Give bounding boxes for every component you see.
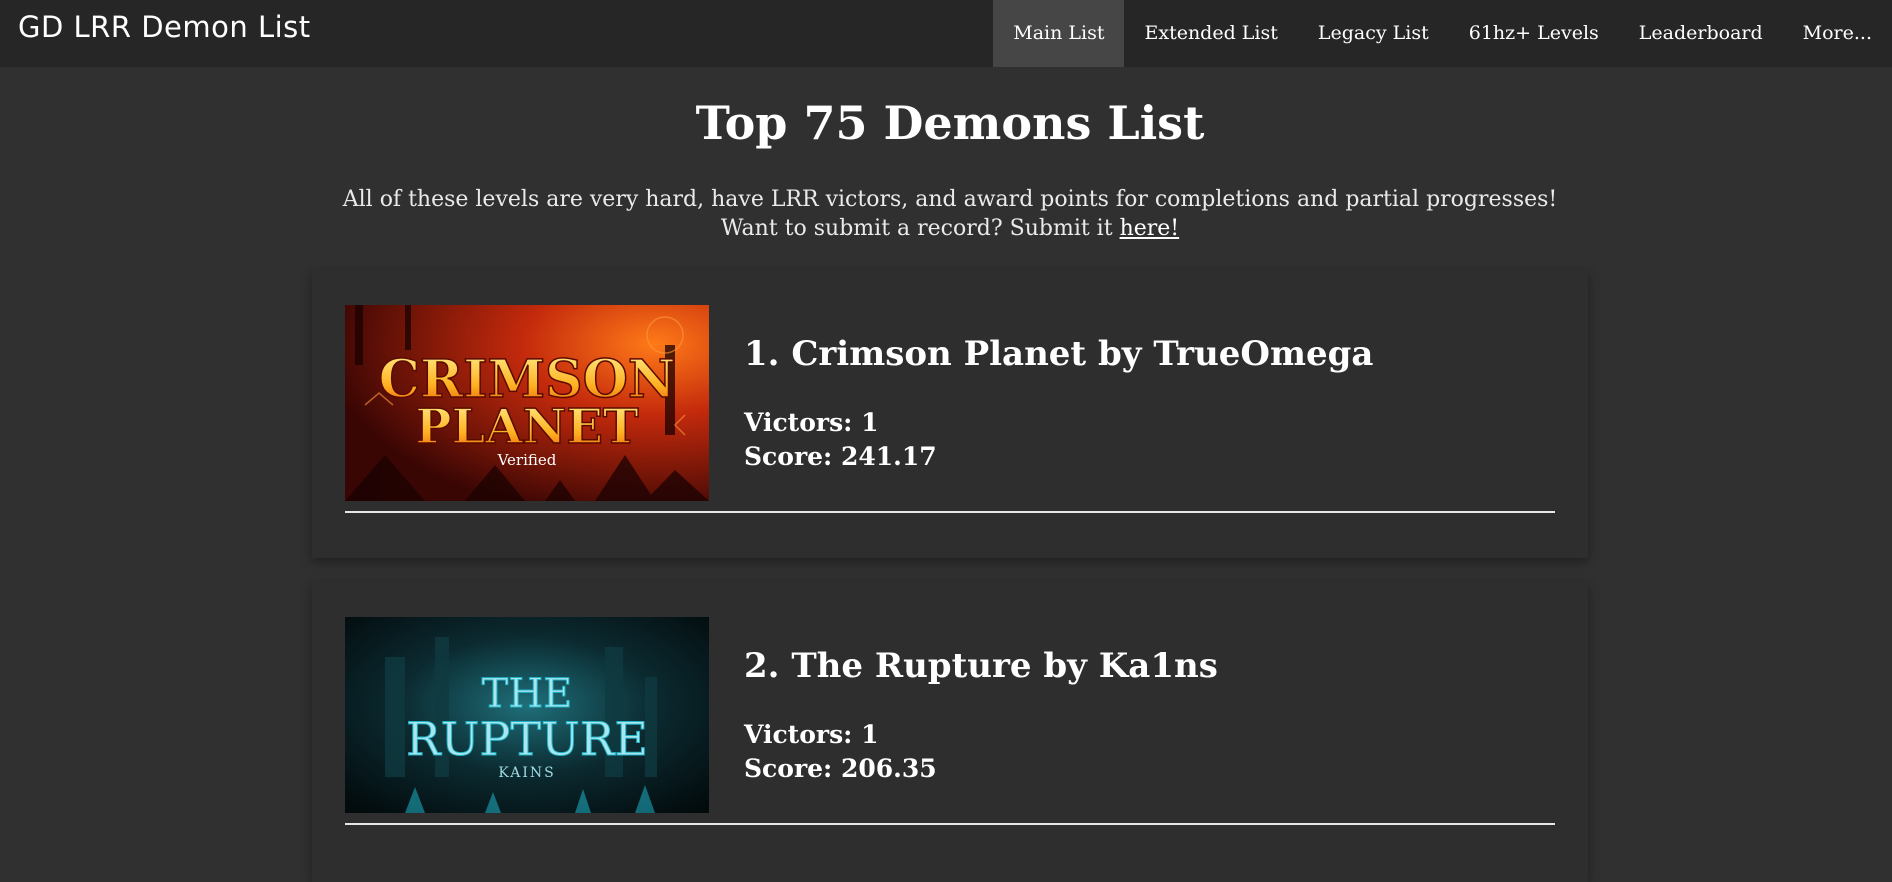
victors-label: Victors: (744, 720, 853, 749)
submit-record-link[interactable]: here! (1120, 216, 1180, 241)
top-navbar: GD LRR Demon List Main List Extended Lis… (0, 0, 1892, 67)
thumb-caption: KAINS (498, 765, 555, 781)
nav-leaderboard[interactable]: Leaderboard (1619, 0, 1783, 67)
level-card: CRIMSON PLANET Verified 1. Crimson Plane… (312, 270, 1588, 558)
page-title: Top 75 Demons List (695, 96, 1205, 150)
score-label: Score: (744, 442, 833, 471)
intro-line-2-prefix: Want to submit a record? Submit it (720, 216, 1120, 241)
score-row: Score: 206.35 (744, 752, 937, 786)
level-thumbnail[interactable]: THE RUPTURE KAINS (345, 617, 709, 813)
victors-row: Victors: 1 (744, 718, 937, 752)
crimson-planet-thumbnail-art: CRIMSON PLANET Verified (345, 305, 709, 501)
victors-row: Victors: 1 (744, 406, 937, 440)
nav-61hz-levels[interactable]: 61hz+ Levels (1449, 0, 1619, 67)
thumb-line-2: PLANET (415, 399, 639, 455)
level-title[interactable]: 1. Crimson Planet by TrueOmega (744, 334, 1373, 374)
card-divider (345, 511, 1555, 513)
nav-more[interactable]: More... (1783, 0, 1892, 67)
thumb-line-1: THE (482, 671, 573, 717)
level-thumbnail[interactable]: CRIMSON PLANET Verified (345, 305, 709, 501)
site-brand[interactable]: GD LRR Demon List (18, 10, 311, 44)
level-card: THE RUPTURE KAINS 2. The Rupture by Ka1n… (312, 582, 1588, 882)
nav-legacy-list[interactable]: Legacy List (1298, 0, 1449, 67)
level-stats: Victors: 1 Score: 241.17 (744, 406, 937, 474)
victors-label: Victors: (744, 408, 853, 437)
thumb-line-2: RUPTURE (406, 712, 648, 766)
nav-extended-list[interactable]: Extended List (1124, 0, 1297, 67)
nav-links: Main List Extended List Legacy List 61hz… (993, 0, 1892, 67)
thumb-caption: Verified (497, 451, 557, 469)
score-value: 241.17 (840, 442, 937, 471)
score-value: 206.35 (840, 754, 937, 783)
level-stats: Victors: 1 Score: 206.35 (744, 718, 937, 786)
the-rupture-thumbnail-art: THE RUPTURE KAINS (345, 617, 709, 813)
level-title[interactable]: 2. The Rupture by Ka1ns (744, 646, 1218, 686)
intro-line-1: All of these levels are very hard, have … (342, 187, 1558, 212)
victors-value: 1 (861, 720, 879, 749)
intro-text: All of these levels are very hard, have … (0, 185, 1892, 243)
card-divider (345, 823, 1555, 825)
score-label: Score: (744, 754, 833, 783)
nav-main-list[interactable]: Main List (993, 0, 1125, 67)
victors-value: 1 (861, 408, 879, 437)
score-row: Score: 241.17 (744, 440, 937, 474)
intro-line-2: Want to submit a record? Submit it here! (0, 214, 1892, 243)
